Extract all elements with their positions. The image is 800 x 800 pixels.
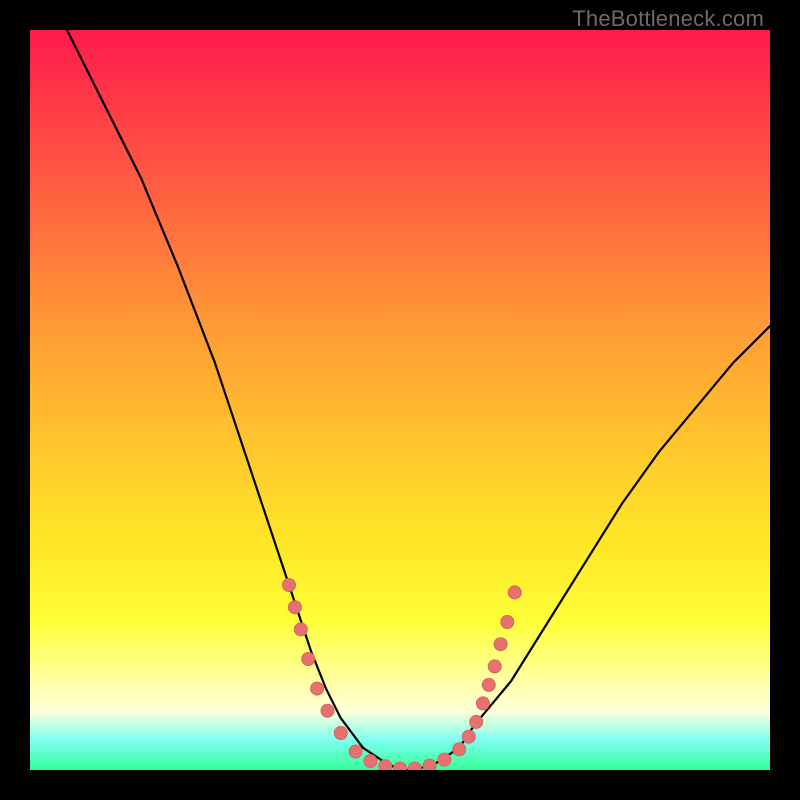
marker-group [283, 579, 522, 776]
curve-marker [470, 715, 483, 728]
curve-marker [438, 753, 451, 766]
curve-marker [488, 660, 501, 673]
chart-frame: TheBottleneck.com [0, 0, 800, 800]
curve-marker [334, 727, 347, 740]
curve-marker [302, 653, 315, 666]
curve-marker [321, 704, 334, 717]
watermark-text: TheBottleneck.com [572, 6, 764, 32]
curve-marker [494, 638, 507, 651]
curve-marker [294, 623, 307, 636]
curve-marker [453, 743, 466, 756]
curve-marker [476, 697, 489, 710]
bottleneck-curve-svg [30, 30, 770, 770]
curve-marker [501, 616, 514, 629]
curve-marker [423, 759, 436, 772]
curve-marker [408, 762, 421, 775]
bottleneck-curve-path [67, 30, 770, 770]
curve-marker [364, 755, 377, 768]
curve-marker [379, 760, 392, 773]
curve-marker [482, 678, 495, 691]
curve-marker [288, 601, 301, 614]
curve-marker [349, 745, 362, 758]
curve-marker [508, 586, 521, 599]
curve-marker [283, 579, 296, 592]
curve-marker [311, 682, 324, 695]
curve-marker [462, 730, 475, 743]
curve-marker [394, 762, 407, 775]
